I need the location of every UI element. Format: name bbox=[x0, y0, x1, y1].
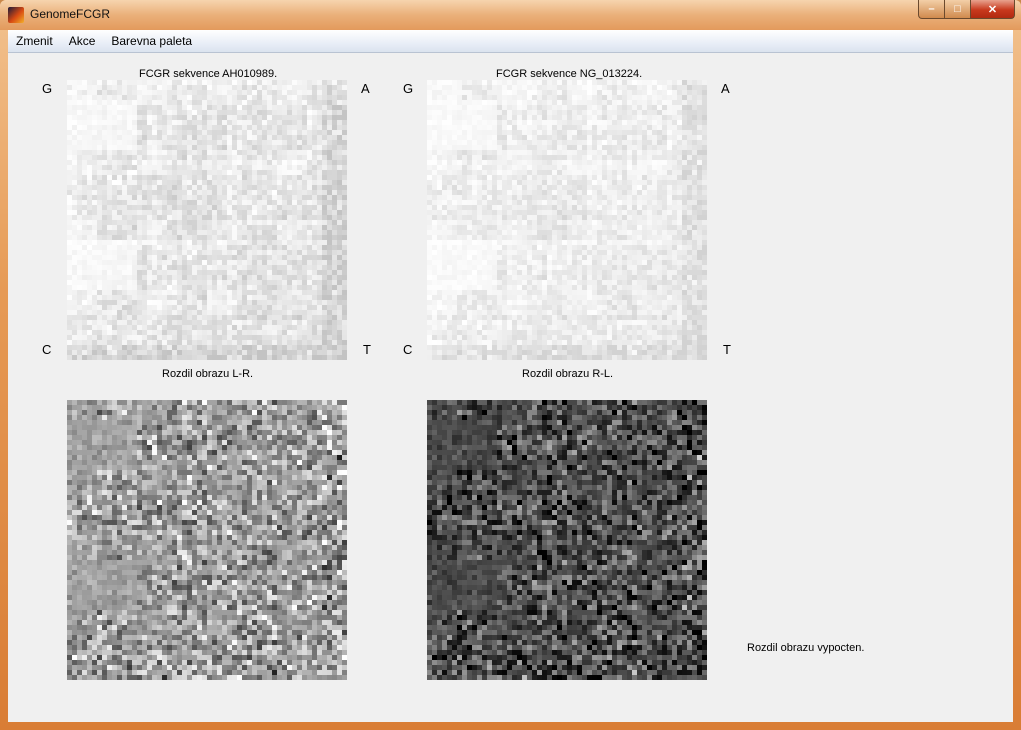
figure-area: FCGR sekvence AH010989. G A C T FCGR sek… bbox=[8, 53, 1013, 722]
menu-zmenit[interactable]: Zmenit bbox=[8, 30, 61, 52]
title-bar[interactable]: GenomeFCGR – □ ✕ bbox=[0, 0, 1021, 30]
window-controls: – □ ✕ bbox=[918, 0, 1015, 20]
fcgr-image-left bbox=[67, 80, 347, 360]
right-corner-c: C bbox=[403, 342, 413, 357]
left-corner-c: C bbox=[42, 342, 52, 357]
fcgr-image-right bbox=[427, 80, 707, 360]
menu-akce[interactable]: Akce bbox=[61, 30, 104, 52]
right-top-title: FCGR sekvence NG_013224. bbox=[496, 68, 643, 80]
left-bottom-title: Rozdil obrazu L-R. bbox=[162, 368, 254, 380]
matlab-icon bbox=[8, 7, 24, 23]
left-corner-a: A bbox=[361, 81, 370, 96]
window-title: GenomeFCGR bbox=[30, 7, 111, 21]
right-bottom-title: Rozdil obrazu R-L. bbox=[522, 368, 614, 380]
maximize-button[interactable]: □ bbox=[945, 0, 971, 19]
difference-image-r-l bbox=[427, 400, 707, 680]
menu-bar: Zmenit Akce Barevna paleta bbox=[8, 30, 1013, 53]
minimize-button[interactable]: – bbox=[918, 0, 945, 19]
right-corner-g: G bbox=[403, 81, 414, 96]
difference-image-l-r bbox=[67, 400, 347, 680]
left-corner-t: T bbox=[363, 342, 371, 357]
menu-barevna-paleta[interactable]: Barevna paleta bbox=[103, 30, 200, 52]
left-corner-g: G bbox=[42, 81, 53, 96]
close-button[interactable]: ✕ bbox=[971, 0, 1015, 19]
right-corner-t: T bbox=[723, 342, 731, 357]
app-window: GenomeFCGR – □ ✕ Zmenit Akce Barevna pal… bbox=[0, 0, 1021, 730]
left-top-title: FCGR sekvence AH010989. bbox=[139, 68, 278, 80]
status-text: Rozdil obrazu vypocten. bbox=[747, 642, 865, 654]
right-corner-a: A bbox=[721, 81, 730, 96]
